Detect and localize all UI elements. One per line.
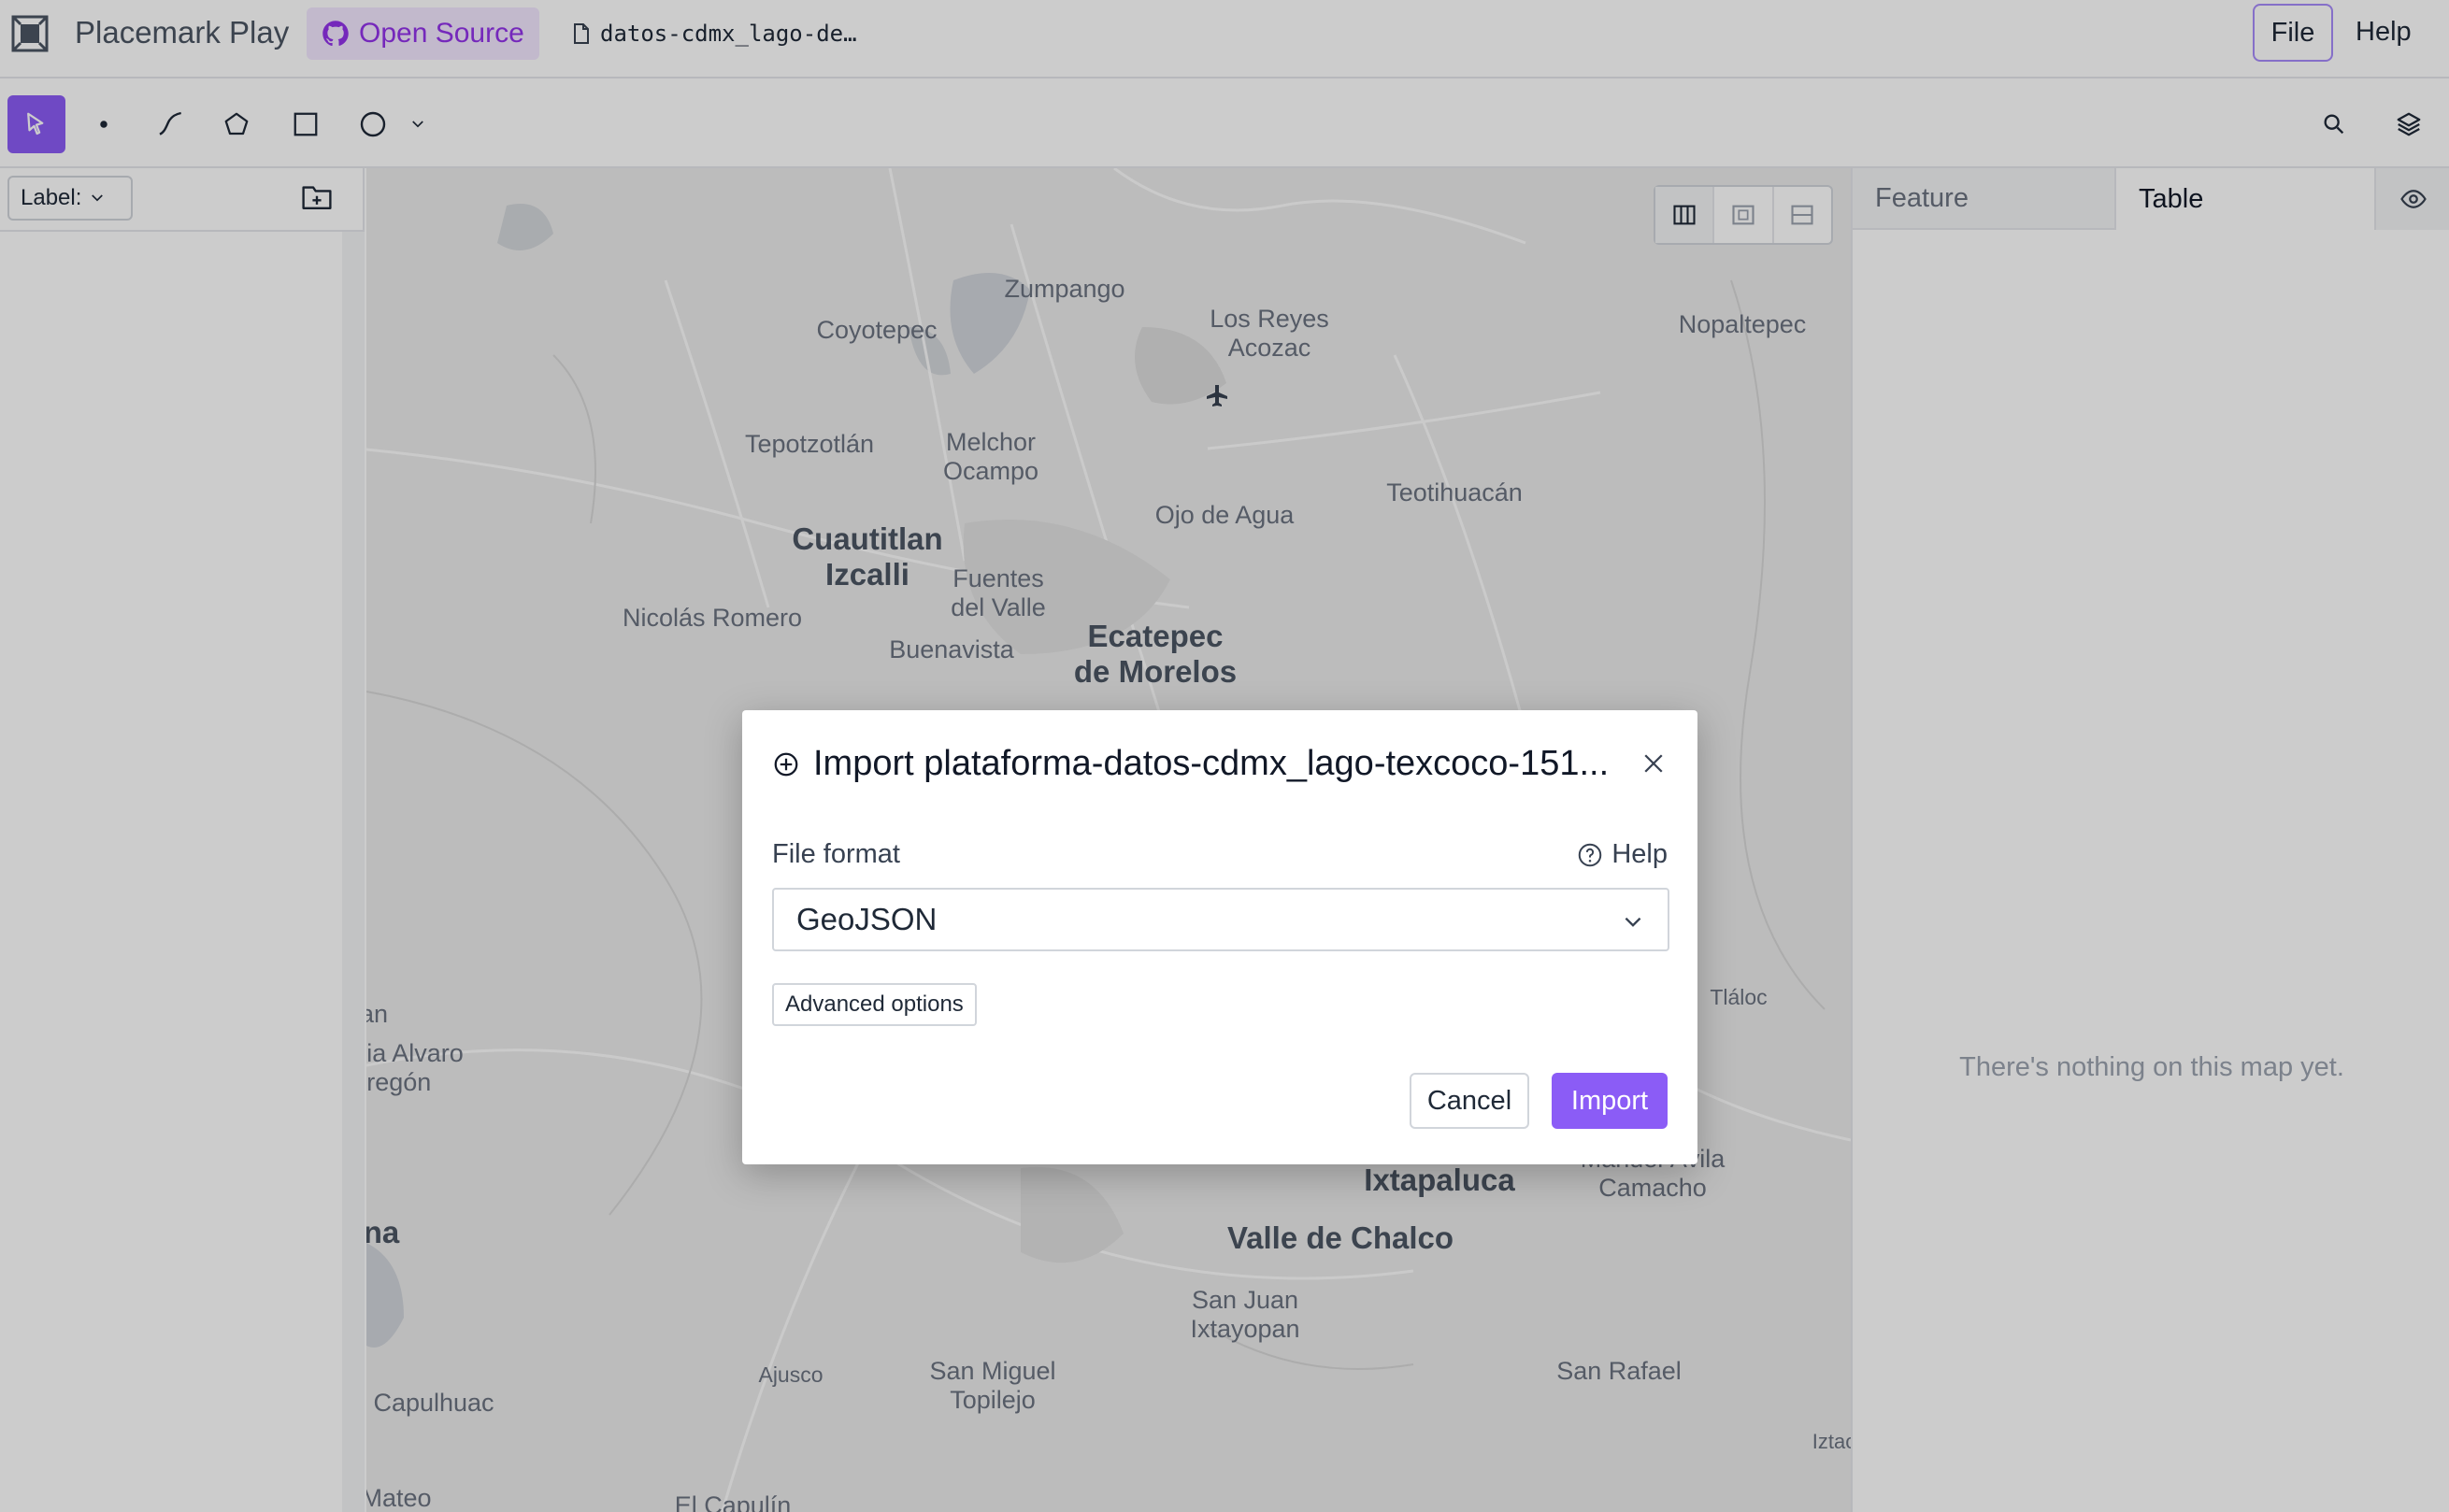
close-icon [1644,754,1663,773]
cancel-button[interactable]: Cancel [1410,1073,1529,1129]
chevron-down-icon [1625,917,1641,927]
dialog-title-text: Import plataforma-datos-cdmx_lago-texcoc… [813,744,1610,783]
help-label: Help [1611,839,1668,869]
question-circle-icon [1579,843,1602,866]
dialog-title: Import plataforma-datos-cdmx_lago-texcoc… [772,744,1623,784]
close-dialog-button[interactable] [1640,749,1668,782]
advanced-options-button[interactable]: Advanced options [772,983,977,1026]
format-help-link[interactable]: Help [1576,839,1668,870]
file-format-label: File format [772,839,900,869]
file-format-select[interactable]: GeoJSON [772,888,1669,951]
import-button[interactable]: Import [1552,1073,1668,1129]
file-format-value: GeoJSON [796,902,938,936]
plus-circle-icon [774,752,798,776]
import-dialog: Import plataforma-datos-cdmx_lago-texcoc… [742,710,1697,1164]
